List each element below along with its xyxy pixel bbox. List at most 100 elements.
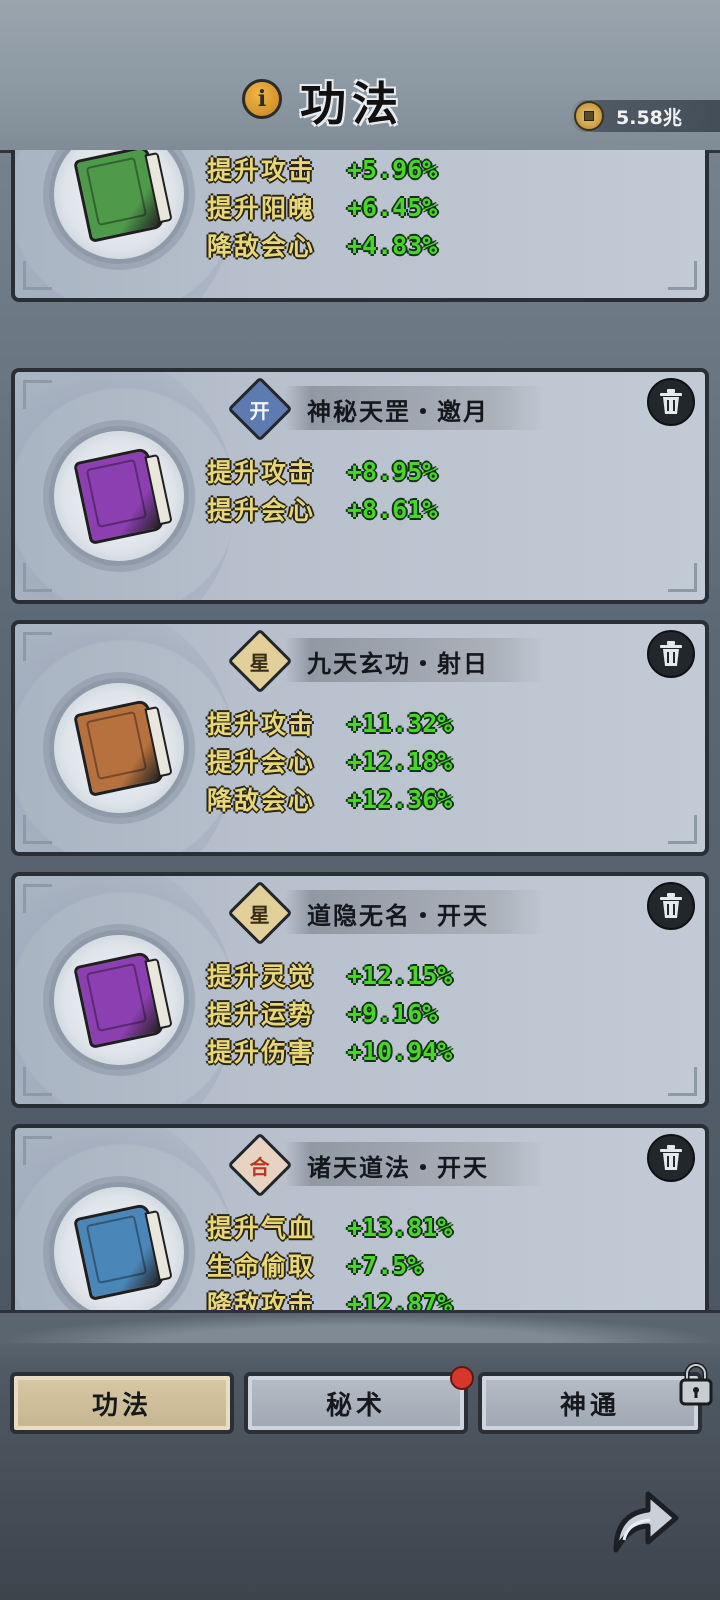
skill-card[interactable]: 星 道隐无名・开天 提升灵觉 +12.15% 提升运势 +9.16% 提升伤害 … bbox=[11, 872, 709, 1108]
skill-list[interactable]: 开 道心永固・擒风 提升攻击 +5.96% 提升阳魄 +6.45% 降敌会心 +… bbox=[0, 150, 720, 1330]
corner-ornament bbox=[23, 380, 52, 409]
skill-card[interactable]: 星 九天玄功・射日 提升攻击 +11.32% 提升会心 +12.18% 降敌会心… bbox=[11, 620, 709, 856]
stat-label: 生命偷取 bbox=[207, 1252, 316, 1281]
stat-value: +9.16% bbox=[347, 998, 438, 1028]
skill-name: 诸天道法・开天 bbox=[307, 1154, 489, 1182]
corner-ornament bbox=[23, 815, 52, 844]
stat-row: 提升会心 +8.61% bbox=[207, 490, 437, 528]
stat-value: +8.95% bbox=[347, 456, 438, 486]
tab-label: 神通 bbox=[559, 1390, 620, 1421]
stat-row: 降敌会心 +12.36% bbox=[207, 780, 452, 818]
stat-label: 提升会心 bbox=[207, 496, 316, 525]
rank-badge-label: 合 bbox=[250, 1154, 270, 1179]
corner-ornament bbox=[23, 632, 52, 661]
book-icon bbox=[73, 1203, 165, 1301]
stat-label: 提升运势 bbox=[207, 1000, 316, 1029]
trash-icon[interactable] bbox=[647, 630, 695, 678]
stat-value: +12.36% bbox=[347, 784, 453, 814]
info-icon[interactable]: i bbox=[242, 79, 282, 119]
bottom-bar bbox=[0, 1310, 720, 1600]
book-icon bbox=[73, 951, 165, 1049]
return-arrow-icon[interactable] bbox=[606, 1480, 682, 1556]
rank-badge: 星 bbox=[227, 628, 293, 694]
stat-row: 提升气血 +13.81% bbox=[207, 1208, 452, 1246]
rank-badge-label: 开 bbox=[250, 398, 270, 423]
notification-dot bbox=[450, 1366, 474, 1390]
stat-list: 提升攻击 +8.95% 提升会心 +8.61% bbox=[207, 452, 437, 528]
skill-card[interactable]: 开 神秘天罡・邀月 提升攻击 +8.95% 提升会心 +8.61% bbox=[11, 368, 709, 604]
trash-glyph bbox=[660, 641, 682, 666]
stat-label: 提升攻击 bbox=[207, 156, 316, 185]
corner-ornament bbox=[668, 563, 697, 592]
stat-row: 提升灵觉 +12.15% bbox=[207, 956, 452, 994]
stat-value: +12.18% bbox=[347, 746, 453, 776]
stat-value: +6.45% bbox=[347, 192, 438, 222]
trash-glyph bbox=[660, 1145, 682, 1170]
stat-label: 提升攻击 bbox=[207, 710, 316, 739]
corner-ornament bbox=[668, 815, 697, 844]
tab-gongfa[interactable]: 功法 bbox=[10, 1372, 234, 1434]
stat-row: 提升运势 +9.16% bbox=[207, 994, 452, 1032]
stat-label: 提升会心 bbox=[207, 748, 316, 777]
corner-ornament bbox=[23, 261, 52, 290]
skill-name: 九天玄功・射日 bbox=[307, 650, 489, 678]
tab-label: 功法 bbox=[91, 1390, 152, 1421]
stat-value: +5.96% bbox=[347, 154, 438, 184]
corner-ornament bbox=[23, 1136, 52, 1165]
stat-label: 降敌会心 bbox=[207, 232, 316, 261]
book-icon bbox=[73, 150, 165, 243]
stat-label: 提升气血 bbox=[207, 1214, 316, 1243]
skill-book-icon-frame[interactable] bbox=[49, 930, 189, 1070]
stat-value: +12.15% bbox=[347, 960, 453, 990]
skill-card[interactable]: 合 诸天道法・开天 提升气血 +13.81% 生命偷取 +7.5% 降敌攻击 +… bbox=[11, 1124, 709, 1330]
skill-card[interactable]: 开 道心永固・擒风 提升攻击 +5.96% 提升阳魄 +6.45% 降敌会心 +… bbox=[11, 150, 709, 302]
stat-list: 提升攻击 +5.96% 提升阳魄 +6.45% 降敌会心 +4.83% bbox=[207, 150, 437, 264]
tab-label: 秘术 bbox=[325, 1390, 386, 1421]
trash-icon[interactable] bbox=[647, 1134, 695, 1182]
stat-list: 提升灵觉 +12.15% 提升运势 +9.16% 提升伤害 +10.94% bbox=[207, 956, 452, 1070]
tab-mishu[interactable]: 秘术 bbox=[244, 1372, 468, 1434]
stat-value: +11.32% bbox=[347, 708, 453, 738]
skill-book-icon-frame[interactable] bbox=[49, 1182, 189, 1322]
rank-badge: 开 bbox=[227, 376, 293, 442]
tab-shentong[interactable]: 神通 bbox=[478, 1372, 702, 1434]
rank-badge: 合 bbox=[227, 1132, 293, 1198]
stat-value: +7.5% bbox=[347, 1250, 423, 1280]
book-icon bbox=[73, 699, 165, 797]
stat-row: 提升攻击 +5.96% bbox=[207, 150, 437, 188]
skill-name: 道隐无名・开天 bbox=[307, 902, 489, 930]
stat-label: 提升阳魄 bbox=[207, 194, 316, 223]
stat-label: 提升灵觉 bbox=[207, 962, 316, 991]
stat-list: 提升气血 +13.81% 生命偷取 +7.5% 降敌攻击 +12.87% bbox=[207, 1208, 452, 1322]
trash-glyph bbox=[660, 389, 682, 414]
header: i 功法 5.58兆 bbox=[0, 0, 720, 153]
corner-ornament bbox=[23, 563, 52, 592]
corner-ornament bbox=[668, 1067, 697, 1096]
trash-icon[interactable] bbox=[647, 378, 695, 426]
rank-badge: 星 bbox=[227, 880, 293, 946]
lock-icon bbox=[679, 1362, 713, 1406]
stat-row: 提升攻击 +8.95% bbox=[207, 452, 437, 490]
stat-label: 提升攻击 bbox=[207, 458, 316, 487]
skill-name: 神秘天罡・邀月 bbox=[307, 398, 489, 426]
corner-ornament bbox=[23, 1067, 52, 1096]
stat-value: +4.83% bbox=[347, 230, 438, 260]
rank-badge-label: 星 bbox=[250, 650, 270, 675]
cloud-divider bbox=[0, 1310, 720, 1343]
skill-book-icon-frame[interactable] bbox=[49, 678, 189, 818]
coin-icon bbox=[574, 101, 604, 131]
skill-book-icon-frame[interactable] bbox=[49, 426, 189, 566]
stat-value: +8.61% bbox=[347, 494, 438, 524]
trash-glyph bbox=[660, 893, 682, 918]
stat-list: 提升攻击 +11.32% 提升会心 +12.18% 降敌会心 +12.36% bbox=[207, 704, 452, 818]
stat-value: +10.94% bbox=[347, 1036, 453, 1066]
currency-value: 5.58兆 bbox=[616, 106, 682, 129]
trash-icon[interactable] bbox=[647, 882, 695, 930]
stat-row: 提升伤害 +10.94% bbox=[207, 1032, 452, 1070]
stat-row: 生命偷取 +7.5% bbox=[207, 1246, 452, 1284]
stat-row: 提升会心 +12.18% bbox=[207, 742, 452, 780]
corner-ornament bbox=[668, 261, 697, 290]
stat-value: +13.81% bbox=[347, 1212, 453, 1242]
rank-badge-label: 星 bbox=[250, 902, 270, 927]
stat-label: 提升伤害 bbox=[207, 1038, 316, 1067]
